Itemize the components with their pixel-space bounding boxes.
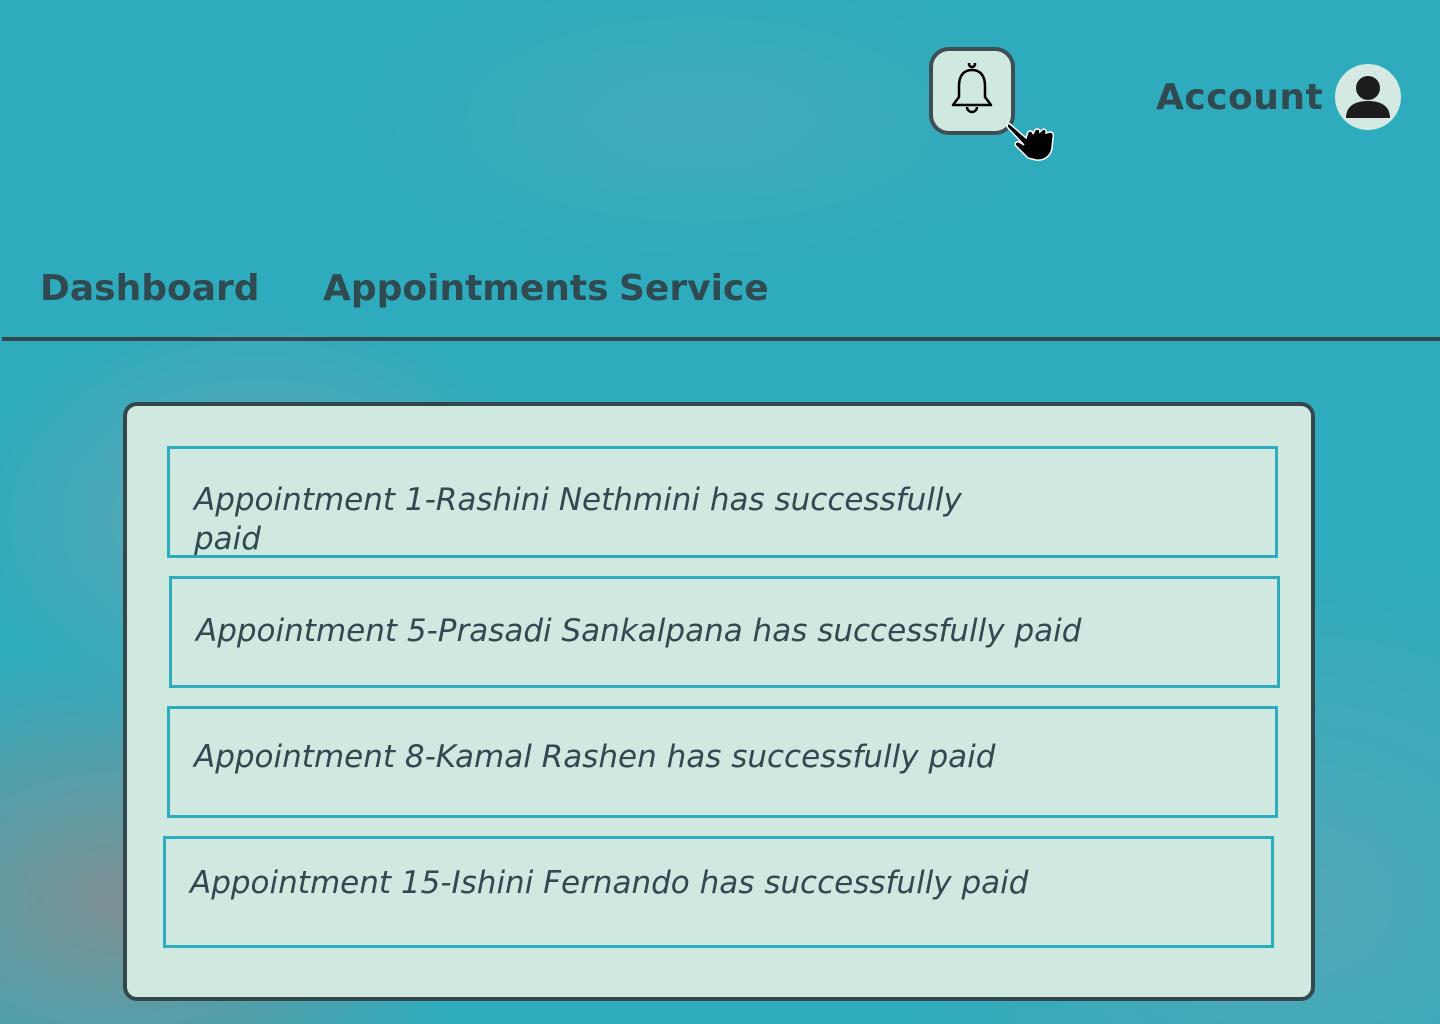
notification-text: Appointment 15-Ishini Fernando has succe… <box>190 865 1029 901</box>
account-label: Account <box>1156 76 1324 118</box>
hand-pointer-icon <box>1006 122 1055 161</box>
notification-text: Appointment 1-Rashini Nethmini has succe… <box>194 482 962 557</box>
main-nav: Dashboard Appointments Service <box>0 268 1440 318</box>
notification-item[interactable]: Appointment 8-Kamal Rashen has successfu… <box>167 706 1278 818</box>
tab-service[interactable]: Service <box>619 268 769 309</box>
notification-text: Appointment 5-Prasadi Sankalpana has suc… <box>196 613 1082 649</box>
nav-divider <box>2 337 1440 341</box>
notification-text: Appointment 8-Kamal Rashen has successfu… <box>194 739 996 775</box>
notification-item[interactable]: Appointment 5-Prasadi Sankalpana has suc… <box>169 576 1280 688</box>
user-avatar-icon <box>1335 64 1402 130</box>
notification-item[interactable]: Appointment 15-Ishini Fernando has succe… <box>163 836 1274 948</box>
tab-appointments[interactable]: Appointments <box>323 268 609 309</box>
tab-dashboard[interactable]: Dashboard <box>40 268 260 309</box>
notification-item[interactable]: Appointment 1-Rashini Nethmini has succe… <box>167 446 1278 558</box>
notifications-panel: Appointment 1-Rashini Nethmini has succe… <box>123 402 1315 1001</box>
notifications-button[interactable] <box>929 47 1015 135</box>
account-menu[interactable]: Account <box>1156 64 1402 130</box>
bell-icon <box>951 63 993 114</box>
